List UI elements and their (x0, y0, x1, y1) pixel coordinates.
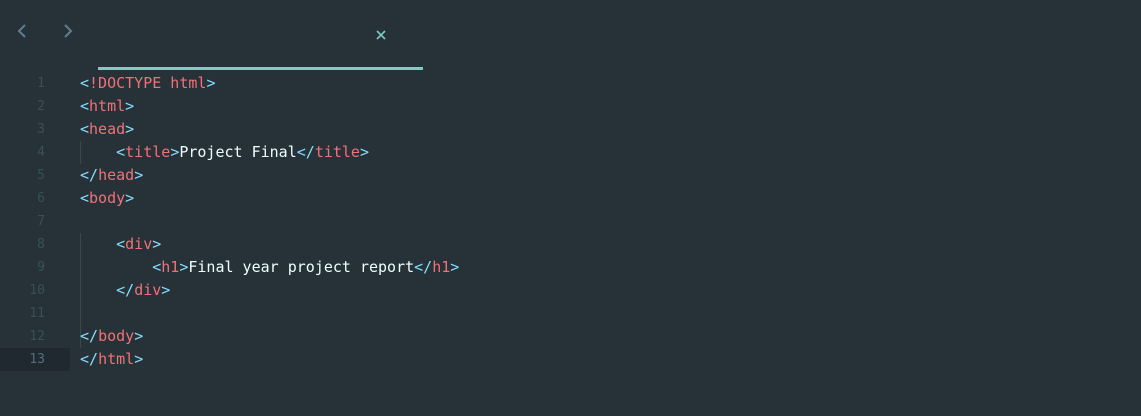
code-line[interactable]: 4 <title>Project Final</title> (0, 141, 1141, 164)
token-tag: div (134, 281, 162, 299)
token-punct: > (125, 97, 135, 115)
token-tag: h1 (432, 258, 451, 276)
code-text: <head> (80, 118, 134, 141)
token-punct: </ (116, 281, 135, 299)
line-number: 9 (37, 260, 45, 275)
token-tag: div (125, 235, 153, 253)
token-tag: title (314, 143, 360, 161)
token-tag: body (89, 189, 126, 207)
token-tag: !DOCTYPE html (89, 74, 207, 92)
token-tag: h1 (161, 258, 180, 276)
line-number: 8 (37, 237, 45, 252)
token-text: Project Final (179, 143, 297, 161)
token-punct: > (125, 120, 135, 138)
code-line[interactable]: 1 <!DOCTYPE html> (0, 72, 1141, 95)
code-text: <h1>Final year project report</h1> (80, 256, 459, 279)
tab-active-indicator (98, 67, 423, 70)
token-punct: </ (414, 258, 433, 276)
line-number: 13 (29, 352, 45, 367)
token-tag: head (89, 120, 126, 138)
code-text: <!DOCTYPE html> (80, 72, 215, 95)
code-text: </body> (80, 325, 143, 348)
code-line[interactable]: 6 <body> (0, 187, 1141, 210)
token-tag: body (98, 327, 135, 345)
editor-tab-active[interactable] (98, 6, 423, 70)
token-punct: > (152, 235, 162, 253)
token-punct: < (152, 258, 162, 276)
token-punct: > (359, 143, 369, 161)
token-punct: </ (80, 327, 99, 345)
line-number: 5 (37, 168, 45, 183)
token-punct: < (80, 97, 90, 115)
chevron-left-icon[interactable] (12, 20, 32, 42)
code-text: </html> (80, 348, 143, 371)
code-line[interactable]: 8 <div> (0, 233, 1141, 256)
token-punct: > (134, 350, 144, 368)
code-line[interactable]: 7 (0, 210, 1141, 233)
code-line[interactable]: 9 <h1>Final year project report</h1> (0, 256, 1141, 279)
close-icon[interactable] (374, 28, 388, 42)
line-number: 1 (37, 76, 45, 91)
token-punct: </ (80, 166, 99, 184)
line-number: 11 (29, 306, 45, 321)
token-punct: > (170, 143, 180, 161)
token-tag: head (98, 166, 135, 184)
token-punct: > (450, 258, 460, 276)
token-punct: </ (80, 350, 99, 368)
line-number: 4 (37, 145, 45, 160)
token-punct: > (206, 74, 216, 92)
token-punct: < (80, 120, 90, 138)
code-editor[interactable]: 1 <!DOCTYPE html> 2 <html> 3 <head> 4 <title>P… (0, 0, 1141, 416)
code-line[interactable]: 3 <head> (0, 118, 1141, 141)
code-line[interactable]: 5 </head> (0, 164, 1141, 187)
token-punct: < (80, 189, 90, 207)
code-text: <title>Project Final</title> (80, 141, 369, 164)
code-text: </head> (80, 164, 143, 187)
code-line[interactable]: 2 <html> (0, 95, 1141, 118)
line-number: 3 (37, 122, 45, 137)
token-punct: < (116, 143, 126, 161)
line-number: 6 (37, 191, 45, 206)
code-area[interactable]: 1 <!DOCTYPE html> 2 <html> 3 <head> 4 <title>P… (0, 72, 1141, 371)
code-text: <html> (80, 95, 134, 118)
token-tag: html (89, 97, 126, 115)
token-punct: > (161, 281, 171, 299)
line-number: 2 (37, 99, 45, 114)
code-line[interactable]: 10 </div> (0, 279, 1141, 302)
line-number: 10 (29, 283, 45, 298)
token-punct: > (125, 189, 135, 207)
token-punct: > (134, 166, 144, 184)
code-text: <div> (80, 233, 161, 256)
token-text: Final year project report (188, 258, 415, 276)
token-punct: < (80, 74, 90, 92)
line-number: 12 (29, 329, 45, 344)
token-tag: html (98, 350, 135, 368)
code-line[interactable]: 12 </body> (0, 325, 1141, 348)
code-line[interactable]: 11 (0, 302, 1141, 325)
token-tag: title (125, 143, 171, 161)
tab-bar (0, 0, 1141, 70)
code-text: <body> (80, 187, 134, 210)
code-text: </div> (80, 279, 170, 302)
token-punct: </ (296, 143, 315, 161)
token-punct: > (134, 327, 144, 345)
code-line[interactable]: 13 </html> (0, 348, 143, 371)
line-number: 7 (37, 214, 45, 229)
token-punct: < (116, 235, 126, 253)
chevron-right-icon[interactable] (58, 20, 78, 42)
